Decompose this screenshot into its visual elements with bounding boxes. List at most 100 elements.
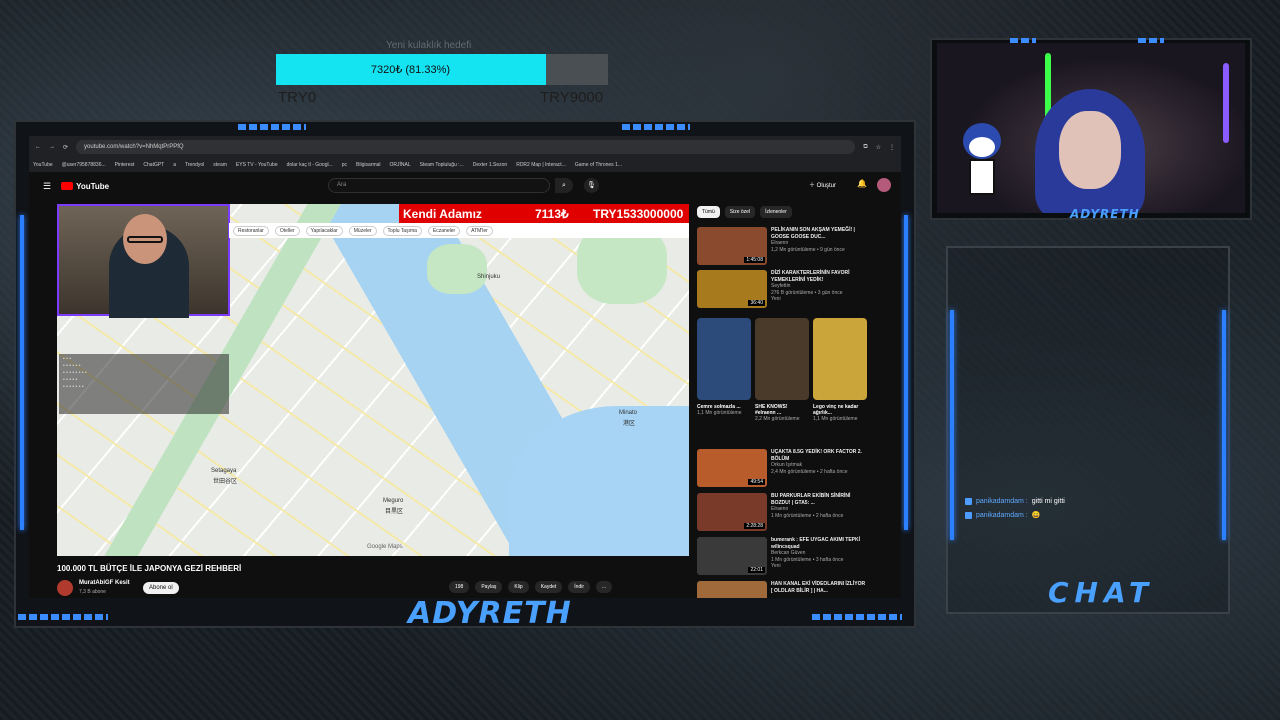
video-thumbnail[interactable]: 2:28:28 bbox=[697, 493, 767, 531]
video-action-button[interactable]: ... bbox=[596, 581, 613, 593]
chat-message: panikadamdam : gitti mi gitti bbox=[965, 498, 1065, 505]
map-label-minato-jp: 港区 bbox=[623, 421, 636, 427]
chat-text: gitti mi gitti bbox=[1031, 498, 1065, 505]
video-action-button[interactable]: İndir bbox=[568, 581, 591, 593]
inner-chat-log: • • • • • • • • • • • • • • • • • • • • • •… bbox=[59, 354, 229, 414]
chat-username[interactable]: panikadamdam : bbox=[976, 498, 1028, 505]
video-player[interactable]: • • • • • • • • • • • • • • • • • • • • • •… bbox=[57, 204, 689, 556]
map-chip[interactable]: Müzeler bbox=[348, 225, 377, 236]
address-row: ← → ⟳ youtube.com/watch?v=NhMqtPrPPfQ ⧉ … bbox=[29, 136, 901, 158]
video-action-button[interactable]: Paylaş bbox=[475, 581, 503, 593]
map-chip[interactable]: Eczaneler bbox=[427, 225, 461, 236]
bookmark-item[interactable]: RDR2 Map | Interact... bbox=[516, 162, 566, 168]
channel-subscribers: 7,3 B abone bbox=[79, 589, 106, 595]
bookmark-item[interactable]: pc bbox=[342, 162, 347, 168]
video-thumbnail[interactable]: 1:45:08 bbox=[697, 227, 767, 265]
bookmark-item[interactable]: ORJİNAL bbox=[390, 162, 411, 168]
forward-icon[interactable]: → bbox=[49, 144, 55, 150]
frame-dash-decoration bbox=[812, 614, 902, 620]
recommendation-item[interactable]: 36:40 DİZİ KARAKTERLERİNİN FAVORİ YEMEKLE… bbox=[697, 270, 867, 308]
streamer-webcam bbox=[937, 43, 1245, 213]
bookmark-item[interactable]: Pinterest bbox=[115, 162, 135, 168]
bookmark-item[interactable]: ChatGPT bbox=[143, 162, 164, 168]
recommendation-item[interactable]: 1:45:08 PELİKANIN SON AKŞAM YEMEĞİ! | GOO… bbox=[697, 227, 867, 265]
youtube-logo[interactable]: YouTube bbox=[61, 182, 109, 191]
bookmark-item[interactable]: YouTube bbox=[33, 162, 53, 168]
duration-badge: 22:01 bbox=[748, 567, 765, 573]
short-item[interactable]: Lego vinç ne kadar ağırlık... 1,1 Mn görü… bbox=[813, 318, 867, 422]
map-chip[interactable]: Toplu Taşıma bbox=[382, 225, 422, 236]
filter-chip[interactable]: Tümü bbox=[697, 206, 720, 218]
short-thumbnail[interactable] bbox=[813, 318, 867, 400]
rgb-light bbox=[1223, 63, 1229, 143]
video-action-button[interactable]: 198 bbox=[449, 581, 470, 593]
map-park bbox=[427, 244, 487, 294]
map-chip[interactable]: ATM'ler bbox=[466, 225, 493, 236]
menu-icon[interactable]: ⋮ bbox=[889, 144, 895, 151]
recommendation-item[interactable]: HAN KANAL EKİ VİDEOLARINI İZLİYOR [ OLDL… bbox=[697, 581, 867, 598]
bookmark-item[interactable]: a bbox=[173, 162, 176, 168]
video-thumbnail[interactable]: 22:01 bbox=[697, 537, 767, 575]
account-avatar[interactable] bbox=[877, 178, 891, 192]
google-maps-watermark: Google Maps bbox=[367, 544, 403, 550]
bookmark-item[interactable]: EYS TV - YouTube bbox=[236, 162, 278, 168]
chat-message: panikadamdam : 😄 bbox=[965, 511, 1040, 519]
shorts-shelf: Cemre solmazla ... 1,1 Mn görüntüleme SHE … bbox=[697, 318, 867, 422]
star-icon[interactable]: ☆ bbox=[876, 144, 881, 151]
map-chip[interactable]: Yapılacaklar bbox=[305, 225, 343, 236]
create-button[interactable]: ＋ Oluştur bbox=[809, 180, 836, 189]
youtube-header: ☰ YouTube Ara ⌕ 🎙 ＋ Oluştur 🔔 bbox=[29, 172, 901, 200]
video-action-button[interactable]: Kaydet bbox=[534, 581, 563, 593]
bookmark-item[interactable]: Steam Topluluğu :... bbox=[420, 162, 464, 168]
channel-name[interactable]: MuratAbiGF Kesit bbox=[79, 580, 130, 586]
bookmark-item[interactable]: Trendyol bbox=[185, 162, 204, 168]
search-input[interactable]: Ara bbox=[328, 178, 550, 193]
hamburger-icon[interactable]: ☰ bbox=[43, 181, 51, 192]
search-icon[interactable]: ⌕ bbox=[555, 178, 573, 193]
donation-goal-bar: 7320₺ (81.33%) bbox=[276, 54, 608, 85]
map-chip[interactable]: Oteller bbox=[274, 225, 300, 236]
filter-chip[interactable]: İzlenenler bbox=[760, 206, 792, 218]
recommendation-item[interactable]: 49:54 UÇAKTA 8.5G YEDİK! ORK FACTOR 2. BÖ… bbox=[697, 449, 867, 487]
bookmarks-bar: YouTube @user795878836... Pinterest ChatGPT… bbox=[29, 158, 901, 172]
short-thumbnail[interactable] bbox=[755, 318, 809, 400]
goal-amount: 7320₺ (81.33%) bbox=[370, 64, 451, 76]
recommendation-item[interactable]: 22:01 bumerank : EFE UYGAC AKIMI TEPKİ w/… bbox=[697, 537, 867, 575]
chat-glow-right bbox=[1222, 310, 1226, 540]
donation-banner: Kendi Adamız 7113₺ TRY1533000000 bbox=[399, 204, 689, 223]
back-icon[interactable]: ← bbox=[35, 144, 41, 150]
bookmark-item[interactable]: Dexter 1.Sezon bbox=[473, 162, 507, 168]
bookmark-item[interactable]: Game of Thrones 1... bbox=[575, 162, 622, 168]
short-item[interactable]: Cemre solmazla ... 1,1 Mn görüntüleme bbox=[697, 318, 751, 422]
notifications-bell-icon[interactable]: 🔔 bbox=[857, 179, 867, 188]
bookmark-item[interactable]: dolar kaç tl - Googl... bbox=[287, 162, 333, 168]
recommendation-item[interactable]: 2:28:28 BU PARKURLAR EKİBİN SİNİRİNİ BOZD… bbox=[697, 493, 867, 531]
subscribe-button[interactable]: Abone ol bbox=[143, 582, 179, 594]
youtube-logo-text: YouTube bbox=[76, 181, 110, 191]
chat-badge-icon bbox=[965, 498, 972, 505]
map-chip[interactable]: Restoranlar bbox=[233, 225, 269, 236]
inner-webcam bbox=[57, 204, 230, 318]
recommendation-text: UÇAKTA 8.5G YEDİK! ORK FACTOR 2. BÖLÜM Or… bbox=[771, 449, 867, 487]
video-thumbnail[interactable]: 49:54 bbox=[697, 449, 767, 487]
bookmark-item[interactable]: steam bbox=[213, 162, 227, 168]
video-thumbnail[interactable] bbox=[697, 581, 767, 598]
video-thumbnail[interactable]: 36:40 bbox=[697, 270, 767, 308]
address-bar[interactable]: youtube.com/watch?v=NhMqtPrPPfQ bbox=[76, 140, 856, 154]
new-badge: Yeni bbox=[771, 563, 781, 569]
frame-dash-decoration bbox=[18, 614, 108, 620]
short-item[interactable]: SHE KNOWS! #elraenn ... 2,2 Mn görüntülem… bbox=[755, 318, 809, 422]
chat-badge-icon bbox=[965, 511, 972, 519]
video-action-button[interactable]: Klip bbox=[508, 581, 529, 593]
bookmark-item[interactable]: @user795878836... bbox=[62, 162, 106, 168]
reload-icon[interactable]: ⟳ bbox=[63, 144, 68, 151]
channel-avatar[interactable] bbox=[57, 580, 73, 596]
recommendation-title: BU PARKURLAR EKİBİN SİNİRİNİ BOZDU! | GT… bbox=[771, 493, 851, 506]
short-thumbnail[interactable] bbox=[697, 318, 751, 400]
chat-username[interactable]: panikadamdam : bbox=[976, 512, 1028, 519]
map-category-bar: Restoranlar Oteller Yapılacaklar Müzeler Top… bbox=[229, 223, 689, 238]
microphone-icon[interactable]: 🎙 bbox=[584, 178, 599, 193]
filter-chip[interactable]: Size özel bbox=[724, 206, 756, 218]
bookmark-item[interactable]: Bilgisarmal bbox=[356, 162, 380, 168]
extensions-icon[interactable]: ⧉ bbox=[863, 144, 867, 151]
